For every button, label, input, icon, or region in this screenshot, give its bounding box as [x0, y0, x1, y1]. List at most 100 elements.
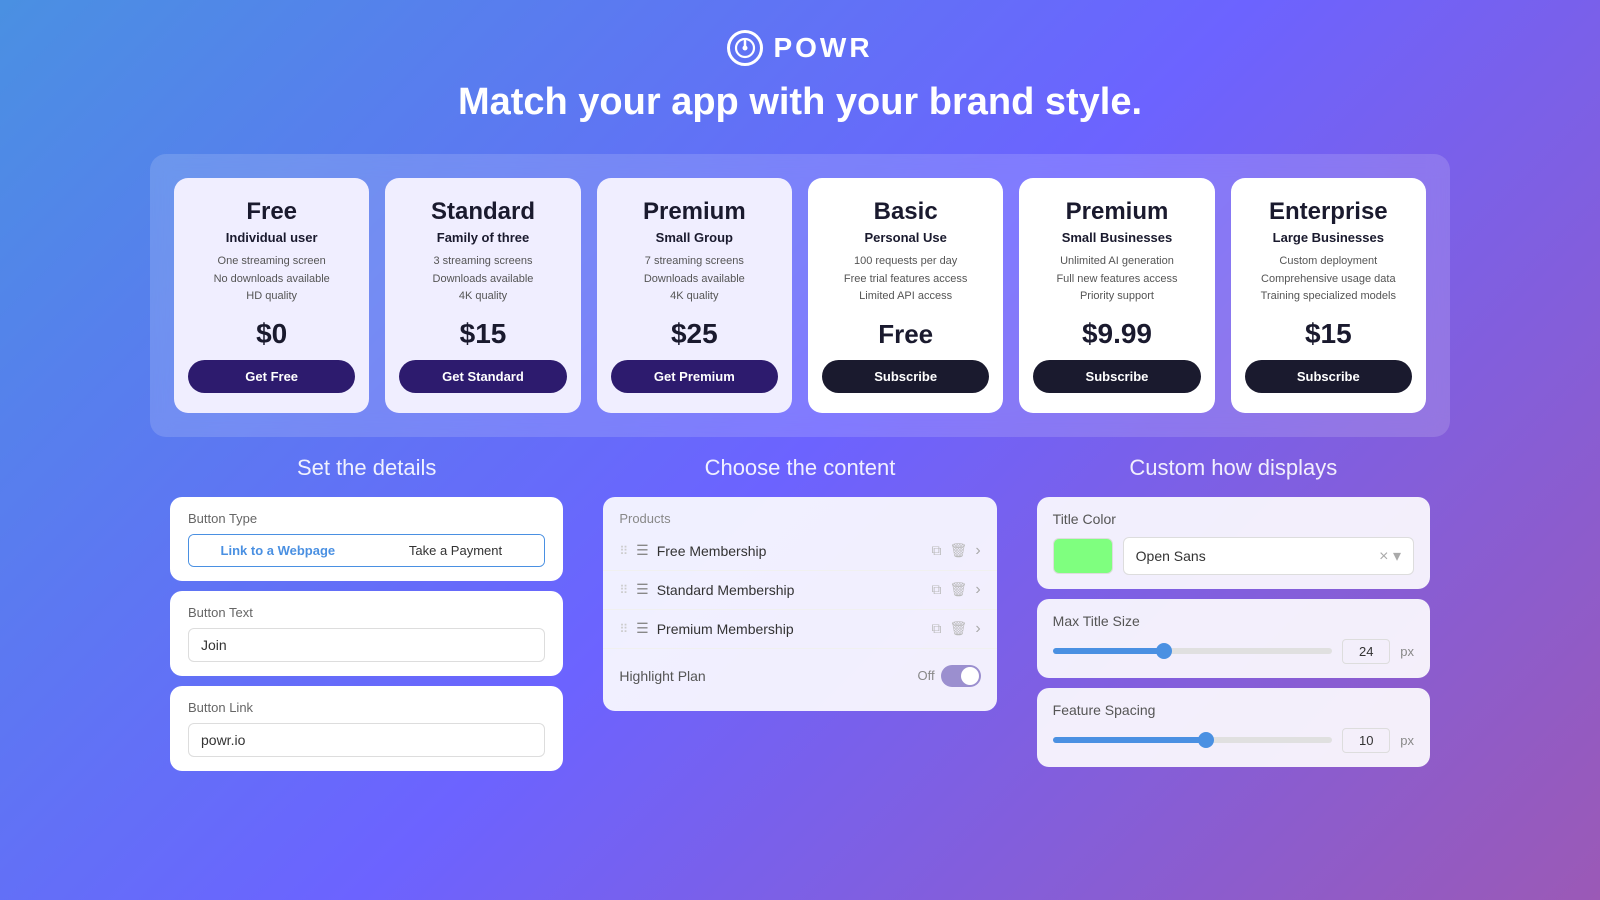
font-close-icon[interactable]: × ▾ [1379, 546, 1401, 566]
left-col-title: Set the details [170, 455, 563, 481]
btn-text-input[interactable] [188, 628, 545, 662]
max-title-slider-thumb[interactable] [1156, 643, 1172, 659]
max-title-value[interactable]: 24 [1342, 639, 1390, 664]
drag-icon-0[interactable]: ⠿ [619, 544, 628, 558]
plan-features-0: One streaming screenNo downloads availab… [214, 253, 330, 306]
plan-price-0: $0 [256, 318, 287, 350]
plan-price-1: $15 [460, 318, 507, 350]
title-color-label: Title Color [1053, 511, 1414, 527]
plan-subtitle-4: Small Businesses [1062, 230, 1173, 245]
plan-subtitle-3: Personal Use [864, 230, 946, 245]
feature-spacing-value[interactable]: 10 [1342, 728, 1390, 753]
product-row-2: ⠿ ☰ Premium Membership ⧉ 🗑 › [603, 610, 996, 649]
color-font-row: Open Sans × ▾ [1053, 537, 1414, 575]
copy-btn-1[interactable]: ⧉ [932, 581, 942, 598]
plan-card-1: Standard Family of three 3 streaming scree… [385, 178, 580, 413]
chevron-0[interactable]: › [975, 542, 980, 560]
logo-row: POWR [727, 30, 872, 66]
plan-subtitle-5: Large Businesses [1273, 230, 1384, 245]
color-swatch[interactable] [1053, 538, 1113, 574]
middle-col: Choose the content Products ⠿ ☰ Free Mem… [583, 455, 1016, 781]
plan-btn-4[interactable]: Subscribe [1033, 360, 1200, 393]
feature-spacing-card: Feature Spacing 10 px [1037, 688, 1430, 767]
list-icon-0: ☰ [636, 542, 649, 559]
row-actions-2: ⧉ 🗑 › [932, 620, 981, 638]
toggle-row: Off [918, 665, 981, 687]
list-icon-1: ☰ [636, 581, 649, 598]
plan-name-3: Basic [874, 198, 938, 226]
plan-name-0: Free [246, 198, 297, 226]
btn-text-card: Button Text [170, 591, 563, 676]
product-name-0: Free Membership [657, 543, 924, 559]
pricing-container: Free Individual user One streaming screenN… [150, 154, 1450, 437]
highlight-row: Highlight Plan Off [603, 655, 996, 697]
btn-link-input[interactable] [188, 723, 545, 757]
feature-spacing-slider-container: 10 px [1053, 728, 1414, 753]
feature-spacing-slider-thumb[interactable] [1198, 732, 1214, 748]
delete-btn-1[interactable]: 🗑 [950, 581, 968, 598]
title-color-card: Title Color Open Sans × ▾ [1037, 497, 1430, 589]
chevron-2[interactable]: › [975, 620, 980, 638]
btn-type-payment[interactable]: Take a Payment [367, 535, 545, 566]
plan-card-4: PremiumSmall BusinessesUnlimited AI gene… [1019, 178, 1214, 413]
product-name-2: Premium Membership [657, 621, 924, 637]
max-title-slider-track[interactable] [1053, 648, 1333, 654]
tagline: Match your app with your brand style. [458, 81, 1142, 124]
btn-type-options: Link to a Webpage Take a Payment [188, 534, 545, 567]
plan-name-1: Standard [431, 198, 535, 226]
plan-features-5: Custom deploymentComprehensive usage dat… [1261, 253, 1396, 306]
left-col: Set the details Button Type Link to a We… [150, 455, 583, 781]
plan-price-4: $9.99 [1082, 318, 1152, 350]
plan-btn-2[interactable]: Get Premium [611, 360, 778, 393]
delete-btn-0[interactable]: 🗑 [950, 542, 968, 559]
product-row-1: ⠿ ☰ Standard Membership ⧉ 🗑 › [603, 571, 996, 610]
products-label: Products [603, 511, 996, 526]
font-select[interactable]: Open Sans × ▾ [1123, 537, 1414, 575]
highlight-toggle[interactable] [941, 665, 981, 687]
plan-price-2: $25 [671, 318, 718, 350]
toggle-off-label: Off [918, 668, 935, 683]
plan-btn-1[interactable]: Get Standard [399, 360, 566, 393]
feature-spacing-unit: px [1400, 733, 1414, 748]
plan-card-3: BasicPersonal Use100 requests per dayFre… [808, 178, 1003, 413]
feature-spacing-slider-fill [1053, 737, 1207, 743]
plan-price-5: $15 [1305, 318, 1352, 350]
max-title-label: Max Title Size [1053, 613, 1414, 629]
feature-spacing-slider-track[interactable] [1053, 737, 1333, 743]
plan-subtitle-1: Family of three [437, 230, 529, 245]
btn-type-link[interactable]: Link to a Webpage [189, 535, 367, 566]
max-title-slider-fill [1053, 648, 1165, 654]
plan-subtitle-2: Small Group [656, 230, 733, 245]
btn-link-label: Button Link [188, 700, 545, 715]
row-actions-0: ⧉ 🗑 › [932, 542, 981, 560]
plan-btn-5[interactable]: Subscribe [1245, 360, 1412, 393]
chevron-1[interactable]: › [975, 581, 980, 599]
delete-btn-2[interactable]: 🗑 [950, 620, 968, 637]
plan-btn-0[interactable]: Get Free [188, 360, 355, 393]
right-col-title: Custom how displays [1037, 455, 1430, 481]
font-value: Open Sans [1136, 548, 1206, 564]
btn-type-label: Button Type [188, 511, 545, 526]
product-name-1: Standard Membership [657, 582, 924, 598]
plan-features-1: 3 streaming screensDownloads available4K… [433, 253, 534, 306]
plan-card-2: PremiumSmall Group7 streaming screensDow… [597, 178, 792, 413]
max-title-card: Max Title Size 24 px [1037, 599, 1430, 678]
drag-icon-1[interactable]: ⠿ [619, 583, 628, 597]
plan-subtitle-0: Individual user [226, 230, 318, 245]
middle-col-title: Choose the content [603, 455, 996, 481]
max-title-slider-container: 24 px [1053, 639, 1414, 664]
plan-card-0: Free Individual user One streaming screenN… [174, 178, 369, 413]
products-card: Products ⠿ ☰ Free Membership ⧉ 🗑 › ⠿ ☰ S… [603, 497, 996, 711]
copy-btn-2[interactable]: ⧉ [932, 620, 942, 637]
plan-card-5: Enterprise Large Businesses Custom deploym… [1231, 178, 1426, 413]
plan-btn-3[interactable]: Subscribe [822, 360, 989, 393]
plan-features-2: 7 streaming screensDownloads available4K… [644, 253, 745, 306]
list-icon-2: ☰ [636, 620, 649, 637]
powr-logo-icon [727, 30, 763, 66]
drag-icon-2[interactable]: ⠿ [619, 622, 628, 636]
header: POWR Match your app with your brand styl… [458, 0, 1142, 144]
copy-btn-0[interactable]: ⧉ [932, 542, 942, 559]
plan-name-5: Enterprise [1269, 198, 1388, 226]
plan-features-4: Unlimited AI generationFull new features… [1056, 253, 1177, 306]
right-col: Custom how displays Title Color Open San… [1017, 455, 1450, 781]
